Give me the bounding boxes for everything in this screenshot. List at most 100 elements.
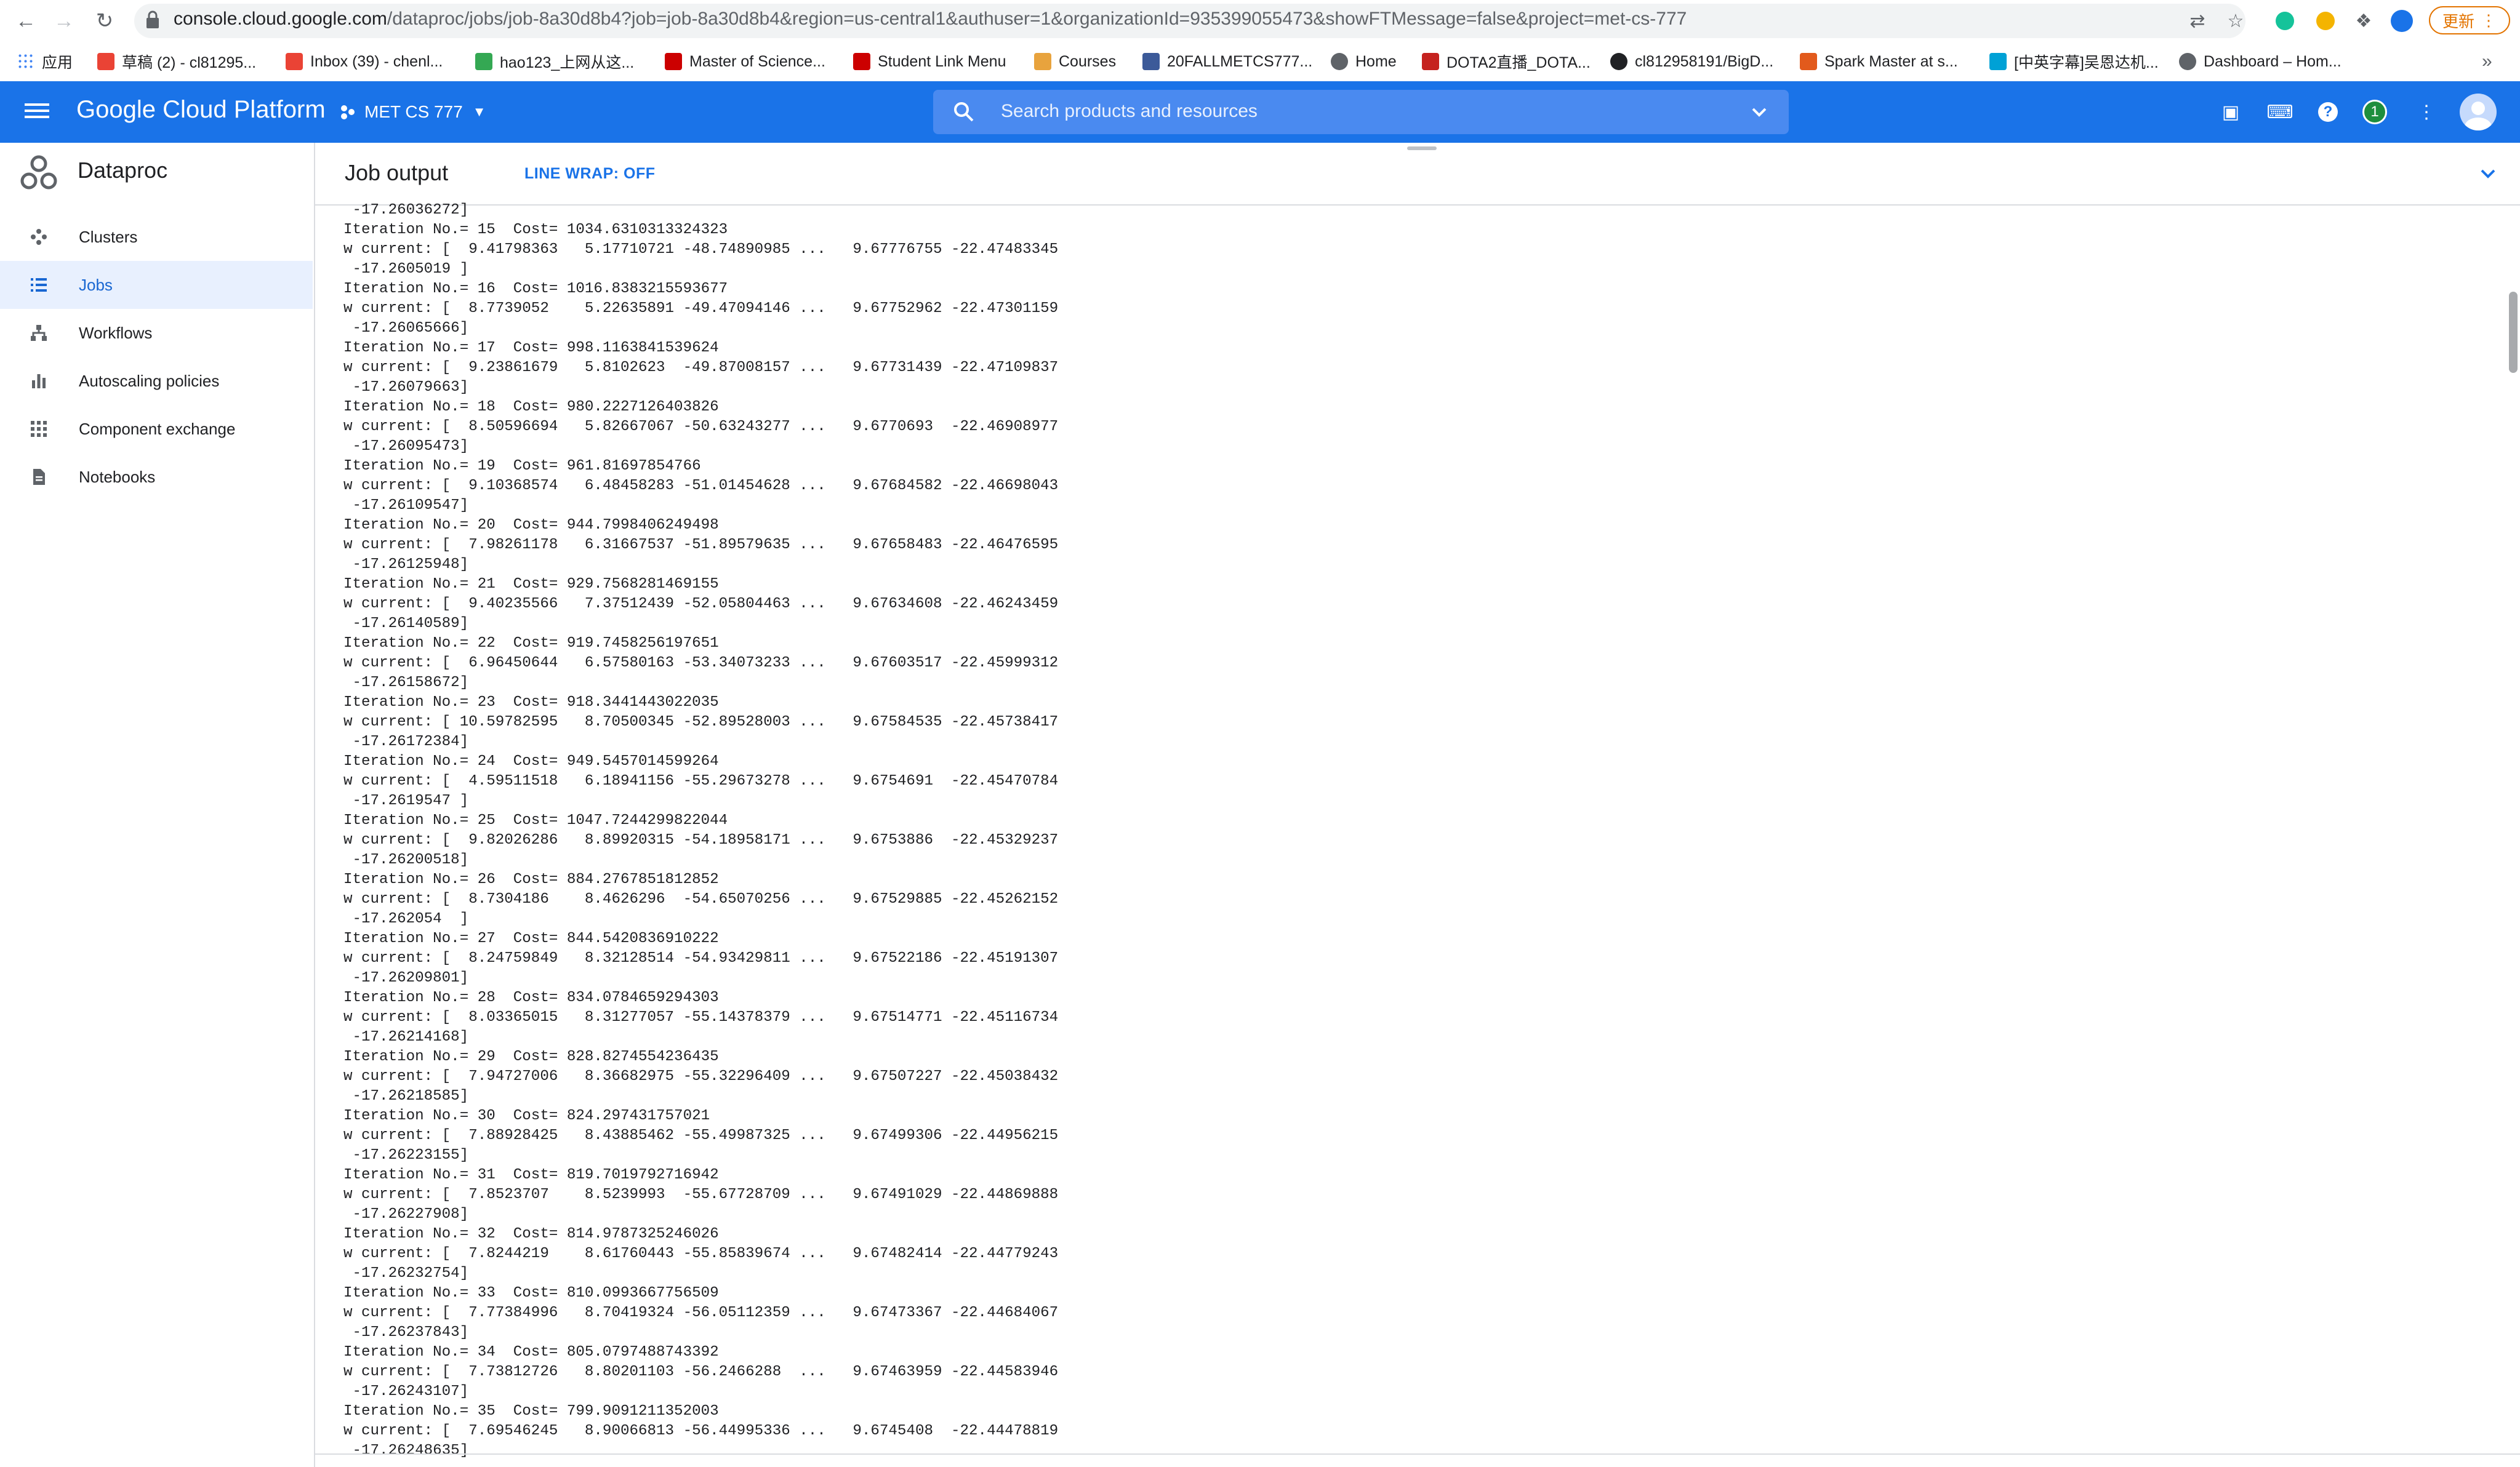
component-exchange-icon — [28, 418, 49, 439]
clusters-icon — [28, 226, 49, 247]
log-line: Iteration No.= 26 Cost= 884.276785181285… — [343, 871, 719, 888]
url-host: console.cloud.google.com — [174, 9, 387, 29]
gift-icon[interactable]: ▣ — [2218, 100, 2243, 124]
sidebar-item-component-exchange[interactable]: Component exchange — [0, 405, 313, 453]
bookmark-master-of-science[interactable]: Master of Science... — [665, 50, 825, 73]
log-line: -17.26209801] — [343, 970, 469, 986]
line-wrap-toggle[interactable]: LINE WRAP: OFF — [524, 165, 656, 183]
sidebar-item-jobs[interactable]: Jobs — [0, 261, 313, 309]
project-dots-icon — [341, 105, 355, 119]
sidebar-item-clusters[interactable]: Clusters — [0, 213, 313, 261]
bookmark-inbox[interactable]: Inbox (39) - chenl... — [286, 50, 443, 73]
log-line: w current: [ 7.8244219 8.61760443 -55.85… — [343, 1245, 1059, 1262]
reload-icon[interactable]: ↻ — [90, 6, 119, 36]
job-output-header: Job output LINE WRAP: OFF — [315, 143, 2520, 206]
help-icon[interactable]: ? — [2316, 100, 2340, 124]
chevron-down-icon[interactable] — [2476, 161, 2500, 186]
log-line: Iteration No.= 17 Cost= 998.116384153962… — [343, 340, 719, 356]
bookmark-apps[interactable]: 应用 — [17, 50, 73, 73]
forward-arrow-icon[interactable]: → — [49, 6, 79, 36]
log-line: -17.26095473] — [343, 438, 469, 455]
bookmark-student-link[interactable]: Student Link Menu — [853, 50, 1006, 73]
extensions-puzzle-icon[interactable]: ❖ — [2350, 7, 2377, 34]
sidebar-item-workflows[interactable]: Workflows — [0, 309, 313, 357]
log-line: w current: [ 8.7304186 8.4626296 -54.650… — [343, 891, 1059, 908]
search-expand-icon[interactable] — [1747, 100, 1772, 124]
log-line: w current: [ 7.77384996 8.70419324 -56.0… — [343, 1305, 1059, 1321]
update-label: 更新 — [2442, 12, 2474, 31]
bookmark-dashboard[interactable]: Dashboard – Hom... — [2179, 50, 2341, 73]
back-arrow-icon[interactable]: ← — [11, 6, 41, 36]
bu-icon — [853, 53, 870, 70]
bookmark-hao123[interactable]: hao123_上网从这... — [475, 50, 634, 73]
bookmark-drafts[interactable]: 草稿 (2) - cl81295... — [97, 50, 256, 73]
bookmark-github[interactable]: cl812958191/BigD... — [1610, 50, 1773, 73]
sidebar-item-autoscaling-policies[interactable]: Autoscaling policies — [0, 357, 313, 405]
sidebar: Dataproc Clusters Jobs Workflows Autosca… — [0, 143, 315, 1467]
panel-resize-handle[interactable] — [1407, 146, 1437, 150]
spark-icon — [1800, 53, 1817, 70]
log-line: w current: [ 7.88928425 8.43885462 -55.4… — [343, 1127, 1059, 1144]
bookmark-spark-master[interactable]: Spark Master at s... — [1800, 50, 1958, 73]
log-line: w current: [ 8.7739052 5.22635891 -49.47… — [343, 300, 1059, 317]
log-line: Iteration No.= 15 Cost= 1034.63103133243… — [343, 222, 728, 238]
log-line: w current: [ 7.73812726 8.80201103 -56.2… — [343, 1364, 1059, 1380]
bookmark-dota2[interactable]: DOTA2直播_DOTA... — [1422, 50, 1591, 73]
chevron-down-icon: ▼ — [472, 104, 486, 119]
bookmark-courses[interactable]: Courses — [1034, 50, 1116, 73]
log-line: Iteration No.= 22 Cost= 919.745825619765… — [343, 635, 719, 652]
dataproc-logo-icon — [20, 155, 57, 190]
avatar[interactable] — [2460, 94, 2497, 130]
hamburger-menu-icon[interactable] — [25, 100, 49, 124]
log-line: Iteration No.= 33 Cost= 810.099366775650… — [343, 1285, 719, 1301]
bookmark-20fallmetcs777[interactable]: 20FALLMETCS777... — [1142, 50, 1312, 73]
bookmark-label: 20FALLMETCS777... — [1167, 52, 1313, 70]
log-line: -17.26079663] — [343, 379, 469, 396]
log-line: Iteration No.= 18 Cost= 980.222712640382… — [343, 399, 719, 415]
log-line: Iteration No.= 24 Cost= 949.545701459926… — [343, 753, 719, 770]
log-line: Iteration No.= 27 Cost= 844.542083691022… — [343, 930, 719, 947]
project-picker[interactable]: MET CS 777 ▼ — [340, 100, 486, 124]
bookmark-label: Master of Science... — [689, 52, 825, 70]
log-line: -17.26243107] — [343, 1383, 469, 1400]
more-vert-icon[interactable]: ⋮ — [2414, 100, 2439, 124]
browser-toolbar: ← → ↻ console.cloud.google.com/dataproc/… — [0, 0, 2520, 42]
autoscaling-icon — [28, 370, 49, 391]
url-text[interactable]: console.cloud.google.com/dataproc/jobs/j… — [174, 9, 1687, 30]
scrollbar[interactable] — [2509, 292, 2518, 373]
extension-grammarly-icon[interactable] — [2271, 7, 2298, 34]
bookmark-label: hao123_上网从这... — [500, 54, 635, 71]
apps-grid-icon — [17, 53, 34, 70]
log-line: -17.26214168] — [343, 1029, 469, 1045]
update-button[interactable]: 更新 ⋮ — [2429, 6, 2510, 34]
log-line: Iteration No.= 28 Cost= 834.078465929430… — [343, 989, 719, 1006]
dota-icon — [1422, 53, 1439, 70]
profile-icon[interactable] — [2388, 7, 2415, 34]
bookmark-star-icon[interactable]: ☆ — [2222, 7, 2249, 34]
log-line: Iteration No.= 21 Cost= 929.756828146915… — [343, 576, 719, 593]
more-bookmarks-icon[interactable]: » — [2482, 50, 2492, 73]
page-icon — [1142, 53, 1160, 70]
divider — [315, 1453, 2520, 1455]
log-line: w current: [ 7.69546245 8.90066813 -56.4… — [343, 1423, 1059, 1439]
gcp-title[interactable]: Google Cloud Platform — [76, 96, 326, 124]
log-line: w current: [ 10.59782595 8.70500345 -52.… — [343, 714, 1059, 730]
workflows-icon — [28, 322, 49, 343]
log-line: -17.26125948] — [343, 556, 469, 573]
extension-check-icon[interactable] — [2312, 7, 2339, 34]
log-line: w current: [ 8.03365015 8.31277057 -55.1… — [343, 1009, 1059, 1026]
bookmark-home[interactable]: Home — [1331, 50, 1397, 73]
log-line: w current: [ 6.96450644 6.57580163 -53.3… — [343, 655, 1059, 671]
bookmark-bilibili[interactable]: [中英字幕]吴恩达机... — [1989, 50, 2159, 73]
log-line: Iteration No.= 16 Cost= 1016.83832155936… — [343, 281, 728, 297]
sidebar-item-notebooks[interactable]: Notebooks — [0, 453, 313, 501]
log-line: Iteration No.= 29 Cost= 828.827455423643… — [343, 1049, 719, 1065]
bu-icon — [665, 53, 682, 70]
cloud-shell-icon[interactable]: ⌨ — [2266, 100, 2293, 124]
log-line: Iteration No.= 35 Cost= 799.909121135200… — [343, 1403, 719, 1420]
sidebar-item-label: Workflows — [79, 323, 153, 342]
translate-icon[interactable]: ⇄ — [2184, 7, 2211, 34]
notifications-badge[interactable]: 1 — [2362, 100, 2387, 124]
log-line: -17.26172384] — [343, 734, 469, 750]
log-line: Iteration No.= 31 Cost= 819.701979271694… — [343, 1167, 719, 1183]
